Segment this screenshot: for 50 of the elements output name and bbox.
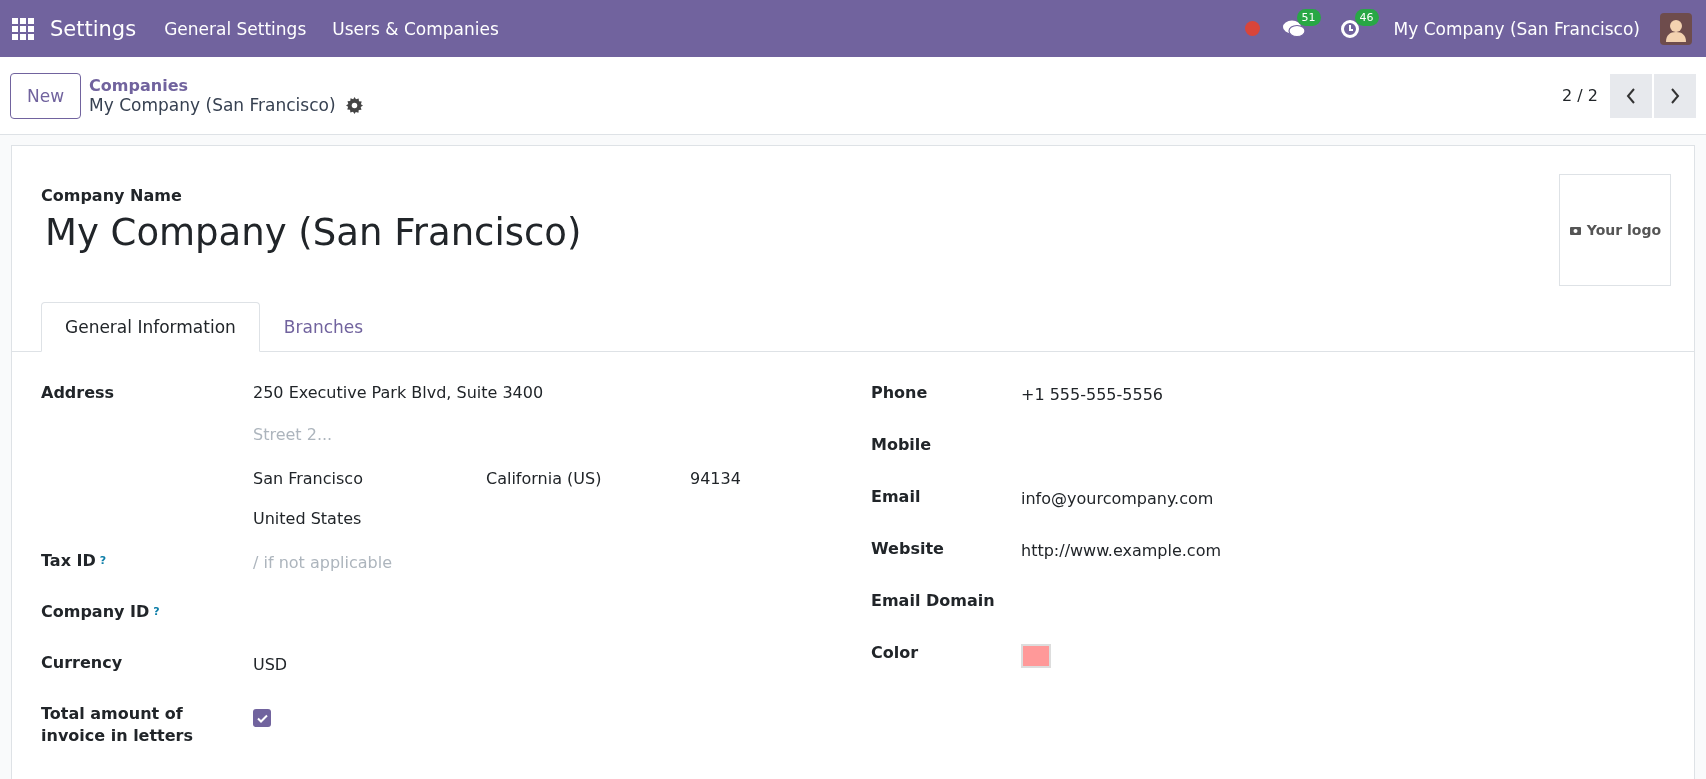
state-field[interactable]: California (US) (486, 466, 690, 508)
field-label: Website (871, 538, 944, 560)
check-icon (256, 713, 268, 723)
field-label: Total amount of invoice in letters (41, 703, 195, 747)
record-name: My Company (San Francisco) (89, 95, 336, 115)
company-switcher[interactable]: My Company (San Francisco) (1393, 18, 1640, 39)
field-label: Mobile (871, 434, 932, 456)
user-avatar[interactable] (1660, 12, 1692, 45)
settings-icon[interactable] (345, 96, 363, 114)
camera-icon (1568, 224, 1582, 236)
field-label: Currency (41, 652, 123, 674)
logo-upload[interactable]: Your logo (1559, 174, 1671, 286)
message-count: 51 (1296, 8, 1321, 26)
country-field[interactable]: United States (253, 507, 362, 528)
zip-field[interactable]: 94134 (690, 466, 871, 508)
city-field[interactable]: San Francisco (253, 466, 486, 508)
apps-menu-icon[interactable] (12, 17, 34, 40)
company-name-field[interactable]: My Company (San Francisco) (45, 211, 582, 254)
help-mark[interactable]: ? (153, 605, 160, 618)
field-label: Email (871, 486, 921, 508)
pager-counter: 2 / 2 (1562, 86, 1598, 105)
checkbox[interactable] (253, 709, 271, 727)
new-button[interactable]: New (10, 72, 82, 119)
help-mark[interactable]: ? (99, 554, 107, 567)
field-label: Color (871, 642, 919, 664)
street-field[interactable]: 250 Executive Park Blvd, Suite 3400 (253, 381, 544, 402)
menu-item[interactable]: Users & Companies (332, 18, 499, 39)
chevron-left-icon (1626, 87, 1636, 104)
field-value[interactable]: USD (253, 652, 871, 676)
field-value[interactable]: +1 555-555-5556 (1021, 382, 1665, 406)
field-label: Phone (871, 382, 928, 404)
field-label: Company ID $^{?}$ (41, 601, 160, 623)
app-name[interactable]: Settings (50, 16, 137, 41)
field-label: Company Name (41, 186, 183, 205)
field-value[interactable]: info@yourcompany.com (1021, 486, 1665, 510)
activity-count: 46 (1354, 8, 1379, 26)
previous-button[interactable] (1610, 73, 1652, 118)
color-swatch[interactable] (1021, 644, 1051, 668)
clock-icon[interactable] (1339, 18, 1360, 39)
field-label: Email Domain (871, 590, 995, 612)
tab[interactable]: General Information (41, 302, 260, 352)
field-label: Address (41, 382, 116, 404)
tab[interactable]: Branches (259, 302, 388, 352)
field-label: Tax ID $^{?}$ (41, 550, 107, 572)
menu-item[interactable]: General Settings (164, 18, 307, 39)
recording-dot-icon[interactable] (1244, 21, 1260, 36)
field-value[interactable]: http://www.example.com (1021, 538, 1665, 562)
chevron-right-icon (1670, 87, 1680, 104)
next-button[interactable] (1654, 73, 1696, 118)
breadcrumb-link[interactable]: Companies (89, 76, 363, 95)
